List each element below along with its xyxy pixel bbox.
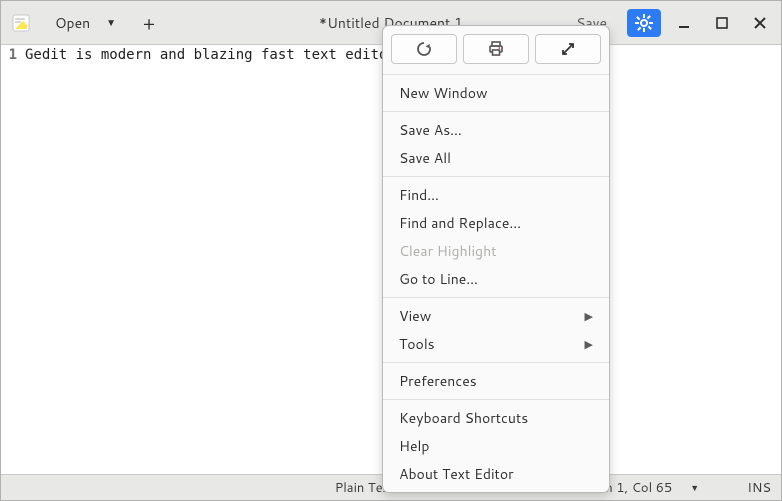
menu-save-as[interactable]: Save As… [383, 116, 609, 144]
line-ending-selector[interactable]: ▼ [690, 481, 699, 494]
line-number-gutter: 1 [1, 45, 21, 474]
menu-item-label: Find… [399, 185, 439, 205]
maximize-button[interactable] [707, 9, 737, 37]
menu-item-label: Clear Highlight [399, 241, 497, 261]
menu-item-label: New Window [399, 83, 488, 103]
menu-item-label: View [399, 306, 431, 326]
menu-new-window[interactable]: New Window [383, 79, 609, 107]
fullscreen-button[interactable] [535, 34, 601, 64]
menu-item-label: Keyboard Shortcuts [399, 408, 528, 428]
chevron-right-icon: ▶ [585, 336, 593, 352]
menu-item-label: Preferences [399, 371, 477, 391]
new-tab-button[interactable]: + [136, 10, 162, 36]
menu-tools[interactable]: Tools ▶ [383, 330, 609, 358]
menu-help[interactable]: Help [383, 432, 609, 460]
menu-goto-line[interactable]: Go to Line… [383, 265, 609, 293]
close-icon [753, 16, 767, 30]
reload-icon [415, 40, 433, 58]
separator [383, 297, 609, 298]
line-number: 1 [1, 47, 17, 63]
chevron-down-icon: ▼ [106, 16, 116, 30]
popover-toolbar [383, 32, 609, 70]
insert-mode-indicator[interactable]: INS [747, 479, 771, 497]
separator [383, 74, 609, 75]
hamburger-popover: New Window Save As… Save All Find… Find … [382, 25, 610, 493]
separator [383, 399, 609, 400]
menu-find-replace[interactable]: Find and Replace… [383, 209, 609, 237]
open-button-label: Open [55, 13, 90, 33]
chevron-down-icon: ▼ [690, 481, 699, 494]
maximize-icon [715, 16, 729, 30]
chevron-right-icon: ▶ [585, 308, 593, 324]
menu-view[interactable]: View ▶ [383, 302, 609, 330]
separator [383, 362, 609, 363]
menu-save-all[interactable]: Save All [383, 144, 609, 172]
menu-find[interactable]: Find… [383, 181, 609, 209]
open-button[interactable]: Open ▼ [45, 9, 122, 37]
separator [383, 176, 609, 177]
print-button[interactable] [463, 34, 529, 64]
menu-item-label: Tools [399, 334, 435, 354]
menu-about[interactable]: About Text Editor [383, 460, 609, 488]
close-button[interactable] [745, 9, 775, 37]
reload-button[interactable] [391, 34, 457, 64]
app-window: Open ▼ + *Untitled Document 1 Save [0, 0, 782, 501]
separator [383, 111, 609, 112]
menu-item-label: Go to Line… [399, 269, 478, 289]
minimize-button[interactable] [669, 9, 699, 37]
fullscreen-icon [560, 41, 576, 57]
menu-item-label: Help [399, 436, 429, 456]
plus-icon: + [143, 10, 155, 36]
print-icon [487, 40, 505, 58]
menu-clear-highlight: Clear Highlight [383, 237, 609, 265]
menu-item-label: Find and Replace… [399, 213, 521, 233]
app-icon [11, 13, 31, 33]
insert-mode-label: INS [747, 479, 771, 497]
hamburger-menu-button[interactable] [627, 9, 661, 37]
menu-item-label: Save As… [399, 120, 462, 140]
minimize-icon [677, 16, 691, 30]
menu-item-label: About Text Editor [399, 464, 514, 484]
menu-item-label: Save All [399, 148, 451, 168]
menu-keyboard-shortcuts[interactable]: Keyboard Shortcuts [383, 404, 609, 432]
gear-icon [635, 14, 653, 32]
menu-preferences[interactable]: Preferences [383, 367, 609, 395]
